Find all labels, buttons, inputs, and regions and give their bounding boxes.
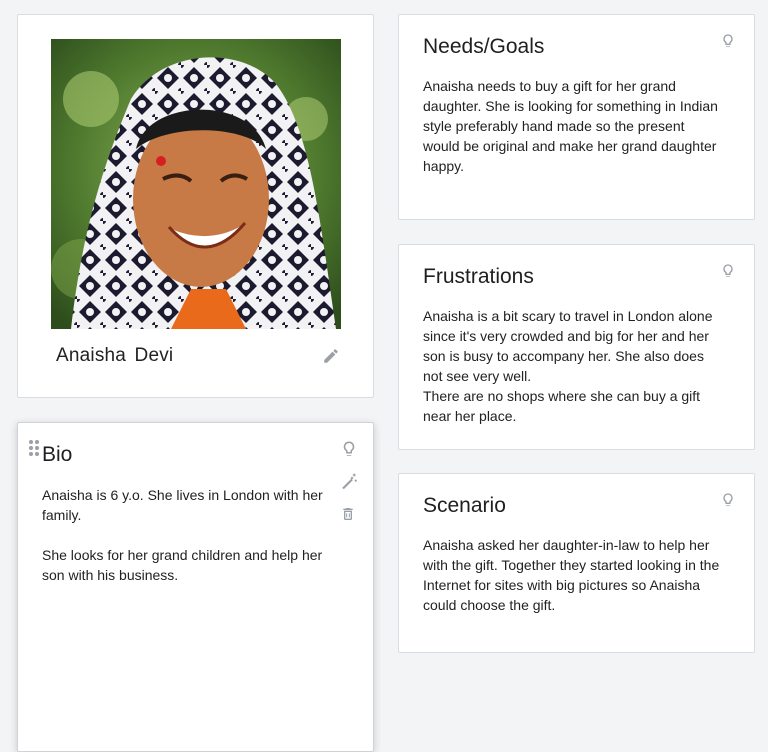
persona-profile-card: Anaisha Devi [17, 14, 374, 398]
bio-text: Anaisha is 6 y.o. She lives in London wi… [42, 487, 323, 583]
frustrations-card: Frustrations Anaisha is a bit scary to t… [398, 244, 755, 450]
scenario-card: Scenario Anaisha asked her daughter-in-l… [398, 473, 755, 653]
bio-card: Bio Anaisha is 6 y.o. She lives in Londo… [17, 422, 374, 752]
pencil-icon[interactable] [322, 347, 342, 367]
lightbulb-icon[interactable] [340, 439, 360, 459]
trash-icon[interactable] [340, 505, 360, 525]
needs-goals-card: Needs/Goals Anaisha needs to buy a gift … [398, 14, 755, 220]
persona-photo [51, 39, 341, 329]
scenario-text: Anaisha asked her daughter-in-law to hel… [423, 537, 720, 613]
persona-name: Anaisha Devi [56, 345, 174, 366]
lightbulb-icon[interactable] [720, 31, 738, 51]
frustrations-title: Frustrations [423, 265, 534, 288]
lightbulb-icon[interactable] [720, 261, 738, 281]
lightbulb-icon[interactable] [720, 490, 738, 510]
needs-goals-title: Needs/Goals [423, 35, 545, 58]
scenario-title: Scenario [423, 494, 506, 517]
magic-wand-icon[interactable] [340, 472, 360, 492]
needs-goals-text: Anaisha needs to buy a gift for her gran… [423, 78, 718, 174]
bio-title: Bio [42, 443, 73, 466]
frustrations-text: Anaisha is a bit scary to travel in Lond… [423, 308, 713, 424]
drag-handle-icon[interactable] [28, 439, 40, 457]
